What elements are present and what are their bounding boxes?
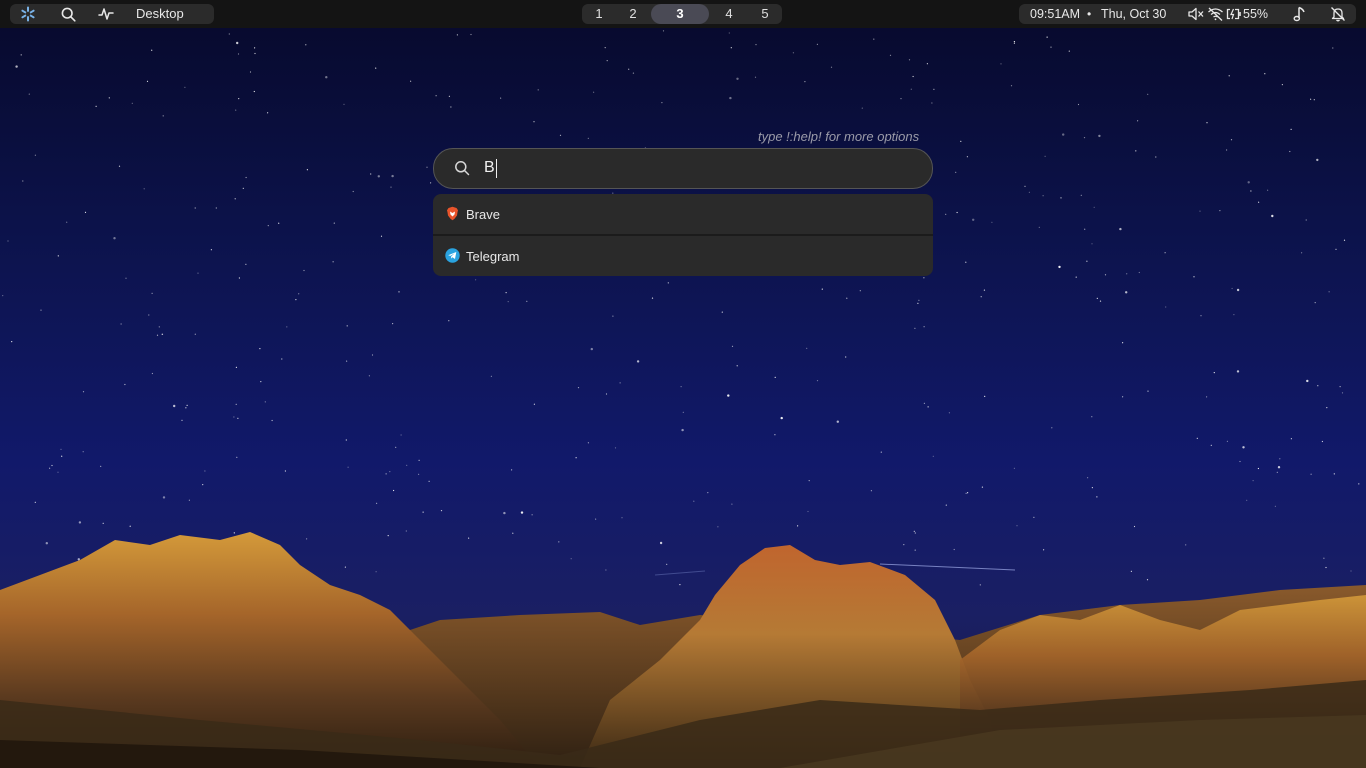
active-window-label: Desktop [136,6,184,21]
music-note-icon[interactable] [1292,4,1306,24]
workspace-4[interactable]: 4 [712,4,746,24]
battery-percentage: 55% [1243,7,1269,21]
launcher-search-box[interactable] [433,148,933,189]
workspace-1[interactable]: 1 [582,4,616,24]
clock-time[interactable]: 09:51AM [1030,4,1080,24]
brave-icon [447,206,458,221]
desktop-wallpaper [0,0,1366,768]
workspace-5[interactable]: 5 [748,4,782,24]
workspace-switcher: 1 2 3 4 5 [582,4,782,24]
left-module: Desktop [10,4,214,24]
result-item-telegram[interactable]: Telegram [433,236,933,276]
launcher-hint: type !:help! for more options [758,129,920,144]
wifi-off-icon[interactable] [1207,4,1224,24]
launcher-search-input[interactable] [484,157,904,179]
workspace-2[interactable]: 2 [616,4,650,24]
search-icon [454,160,470,181]
nix-snowflake-icon[interactable] [16,4,40,24]
pulse-icon[interactable] [94,4,118,24]
telegram-icon [445,248,460,263]
workspace-3-active[interactable]: 3 [651,4,709,24]
date-separator: • [1087,7,1092,21]
top-bar: Desktop 1 2 3 4 5 09:51AM • Thu, Oct 30 [0,0,1366,28]
text-caret [496,159,497,178]
bell-off-icon[interactable] [1330,4,1346,24]
volume-muted-icon[interactable] [1188,4,1204,24]
launcher-results: Brave Telegram [433,194,933,276]
battery-charging-icon[interactable] [1226,4,1242,24]
clock-date[interactable]: Thu, Oct 30 [1101,4,1166,24]
result-item-brave[interactable]: Brave [433,194,933,234]
result-label: Brave [466,206,500,222]
mountain-range [0,532,1366,768]
result-label: Telegram [466,248,520,264]
search-icon[interactable] [56,4,80,24]
